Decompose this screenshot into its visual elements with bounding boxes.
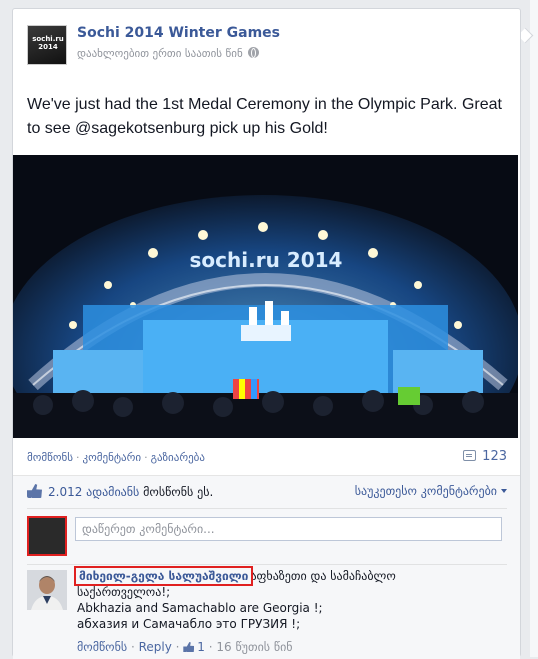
page-scrollbar[interactable] xyxy=(530,0,538,657)
comment-line-1: აფხაზეთი და სამაჩაბლო xyxy=(250,569,396,583)
comment-line-2: საქართველოა!; xyxy=(77,585,171,599)
divider xyxy=(27,564,507,565)
medal-ceremony-photo: sochi.ru 2014 2014 xyxy=(13,155,518,438)
page-name-link[interactable]: Sochi 2014 Winter Games xyxy=(77,25,280,41)
thumbs-up-icon xyxy=(183,642,195,652)
comment-count-value: 123 xyxy=(482,449,507,464)
share-link[interactable]: გაზიარება xyxy=(151,451,205,464)
comment-line-3: Abkhazia and Samachablo are Georgia !; xyxy=(77,601,323,615)
like-link[interactable]: მომწონს xyxy=(27,451,73,464)
comment-bubble-icon xyxy=(463,450,477,461)
comment-link[interactable]: კომენტარი xyxy=(82,451,141,464)
comment-item: მიხეილ-გელა სალუაშვილი აფხაზეთი და სამაჩა… xyxy=(27,566,507,656)
post-photo[interactable]: sochi.ru 2014 2014 xyxy=(13,155,518,438)
post-text: We've just had the 1st Medal Ceremony in… xyxy=(27,96,502,137)
comment-reply-link[interactable]: Reply xyxy=(139,640,172,654)
comment-input[interactable] xyxy=(75,517,502,541)
comment-likes-link[interactable]: 1 xyxy=(183,640,205,654)
sochi-logo-text: sochi.ru 2014 xyxy=(32,35,64,51)
commenter-avatar[interactable] xyxy=(27,570,67,610)
comment-time[interactable]: 16 წუთის წინ xyxy=(216,640,292,654)
sort-label: საუკეთესო კომენტარები xyxy=(354,484,497,498)
comment-likes-count: 1 xyxy=(197,640,205,654)
comment-sort-select[interactable]: საუკეთესო კომენტარები xyxy=(355,484,507,498)
divider xyxy=(27,508,507,509)
chevron-down-icon xyxy=(501,489,507,493)
comment-like-link[interactable]: მომწონს xyxy=(77,640,127,654)
action-separator: · xyxy=(75,451,80,464)
comment-count[interactable]: 123 xyxy=(463,449,507,464)
likes-row: 2.012 ადამიანს მოსწონს ეს. საუკეთესო კომ… xyxy=(27,484,507,499)
timestamp-text: დაახლოებით ერთი საათის წინ xyxy=(77,47,243,60)
feedback-area: 2.012 ადამიანს მოსწონს ეს. საუკეთესო კომ… xyxy=(13,475,520,659)
thumbs-up-icon xyxy=(27,484,42,498)
post-actions: მომწონს · კომენტარი · გაზიარება 123 xyxy=(27,449,507,469)
comment-body: მიხეილ-გელა სალუაშვილი აფხაზეთი და სამაჩა… xyxy=(73,566,497,632)
globe-icon[interactable] xyxy=(247,47,259,58)
comment-line-4: абхазия и Самачабло это ГРУЗИЯ !; xyxy=(77,617,301,631)
commenter-photo xyxy=(27,570,67,610)
current-user-avatar[interactable] xyxy=(27,516,67,556)
likes-rest-text: მოსწონს ეს. xyxy=(143,485,214,499)
post-card: sochi.ru 2014 Sochi 2014 Winter Games და… xyxy=(12,8,521,659)
commenter-name-link[interactable]: მიხეილ-გელა სალუაშვილი xyxy=(73,566,254,586)
likes-count-link[interactable]: 2.012 ადამიანს xyxy=(48,485,139,499)
photo-sign: sochi.ru 2014 xyxy=(190,248,343,272)
post-timestamp[interactable]: დაახლოებით ერთი საათის წინ xyxy=(77,47,259,60)
action-separator: · xyxy=(144,451,148,464)
page-avatar[interactable]: sochi.ru 2014 xyxy=(27,25,67,65)
comment-meta: მომწონს · Reply · 1 · 16 წუთის წინ xyxy=(77,640,293,654)
